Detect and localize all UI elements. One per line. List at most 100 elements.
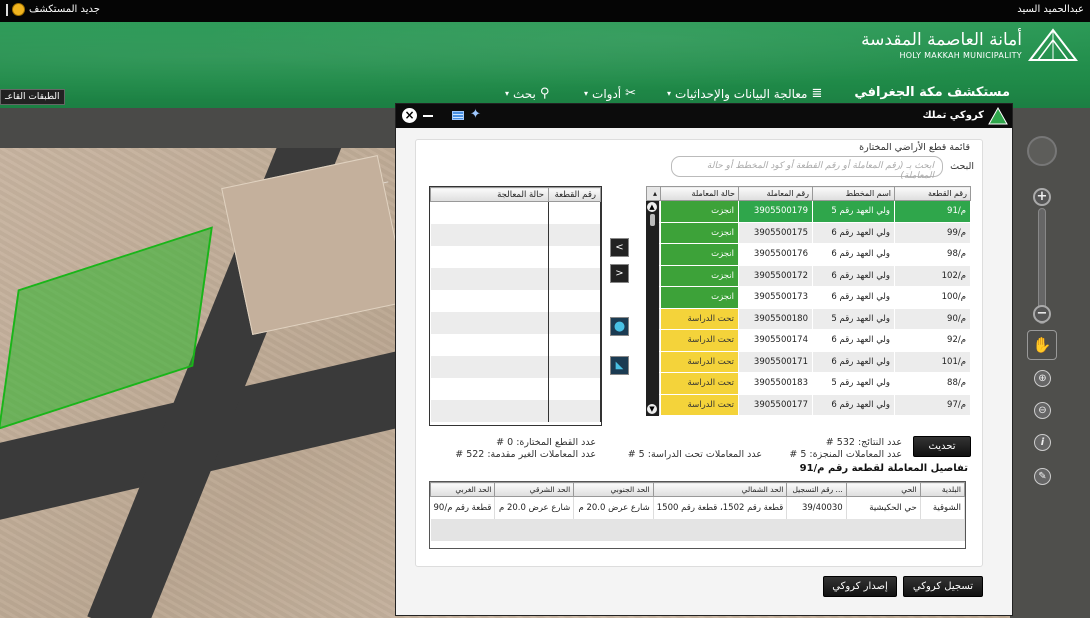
menu-data-processing[interactable]: ▾ معالجة البيانات والإحداثيات ≣ bbox=[667, 86, 822, 101]
parcel-row[interactable]: انجزت 3905500175 ولي العهد رقم 6 م/99 bbox=[646, 221, 971, 244]
cell-status: انجزت bbox=[660, 264, 739, 287]
cell-parcel bbox=[548, 223, 601, 246]
study-count: # عدد المعاملات تحت الدراسة: 5 bbox=[627, 449, 762, 460]
cell-plan: ولي العهد رقم 6 bbox=[812, 393, 895, 416]
new-explorer-link[interactable]: جديد المستكشف bbox=[6, 3, 100, 16]
cell-parcel: م/88 bbox=[894, 372, 971, 395]
zoom-in-icon[interactable]: + bbox=[1033, 188, 1051, 206]
empty-row bbox=[430, 399, 601, 422]
column-header[interactable]: الحد الشرقي bbox=[494, 482, 575, 497]
dialog-logo-icon bbox=[988, 107, 1008, 125]
map-land-plot bbox=[221, 155, 409, 335]
cell-status: تحت الدراسة bbox=[660, 329, 739, 352]
user-name[interactable]: عبدالحميد السيد bbox=[1017, 4, 1084, 15]
menu-tools[interactable]: ▾ أدوات ✂ bbox=[584, 86, 636, 101]
column-header[interactable]: رقم المعاملة bbox=[738, 186, 813, 201]
move-right-button[interactable]: > bbox=[610, 264, 629, 283]
empty-row bbox=[430, 289, 601, 312]
search-input[interactable]: ابحث بـ (رقم المعاملة أو رقم القطعة أو ك… bbox=[671, 156, 943, 181]
map-satellite-area bbox=[1010, 108, 1090, 618]
issue-croquis-button[interactable]: إصدار كروكي bbox=[823, 576, 897, 597]
circle-select-icon[interactable]: ● bbox=[610, 317, 629, 336]
dialog-title-bar: × ✦ كروكي تملك bbox=[396, 104, 1012, 128]
column-header[interactable]: اسم المخطط bbox=[812, 186, 895, 201]
column-header[interactable]: الحد الغربي bbox=[429, 482, 496, 497]
pan-hand-icon[interactable]: ✋ bbox=[1027, 330, 1057, 360]
pin-icon[interactable]: ✦ bbox=[470, 107, 481, 122]
cell-parcel: م/91 bbox=[894, 200, 971, 223]
column-header[interactable]: حالة المعالجة bbox=[430, 187, 549, 202]
cell-parcel: م/92 bbox=[894, 329, 971, 352]
column-header[interactable]: الحد الجنوبي bbox=[573, 482, 654, 497]
detail-cell: حي الحكيشية bbox=[846, 496, 921, 519]
tools-icon: ✂ bbox=[625, 86, 637, 101]
cell-parcel: م/100 bbox=[894, 286, 971, 309]
cell-parcel bbox=[548, 267, 601, 290]
selected-count: # عدد القطع المختارة: 0 bbox=[496, 437, 596, 448]
globe-navigation-icon[interactable] bbox=[1027, 136, 1057, 166]
detail-cell: الشوقية bbox=[920, 496, 966, 519]
measure-pen-icon[interactable]: ✎ bbox=[1034, 468, 1051, 485]
cell-plan: ولي العهد رقم 6 bbox=[812, 221, 895, 244]
grid-scrollbar[interactable]: ▲ ▼ bbox=[646, 201, 659, 416]
cell-plan: ولي العهد رقم 5 bbox=[812, 200, 895, 223]
parcel-row[interactable]: تحت الدراسة 3905500180 ولي العهد رقم 5 م/90 bbox=[646, 307, 971, 330]
zoom-in-tool-icon[interactable]: ⊕ bbox=[1034, 370, 1051, 387]
parcel-row[interactable]: تحت الدراسة 3905500183 ولي العهد رقم 5 م/88 bbox=[646, 372, 971, 395]
cell-transaction: 3905500177 bbox=[738, 393, 813, 416]
logo-arabic: أمانة العاصمة المقدسة bbox=[861, 30, 1022, 50]
parcel-row[interactable]: انجزت 3905500172 ولي العهد رقم 6 م/102 bbox=[646, 264, 971, 287]
cell-status bbox=[430, 223, 549, 246]
empty-row bbox=[430, 245, 601, 268]
cell-status: انجزت bbox=[660, 243, 739, 266]
column-header[interactable]: الحي bbox=[845, 482, 921, 497]
table-view-icon[interactable] bbox=[452, 111, 464, 120]
cell-status: انجزت bbox=[660, 286, 739, 309]
parcel-row[interactable]: تحت الدراسة 3905500174 ولي العهد رقم 6 م/92 bbox=[646, 329, 971, 352]
cell-plan: ولي العهد رقم 6 bbox=[812, 264, 895, 287]
empty-row bbox=[430, 518, 965, 541]
parcel-row[interactable]: تحت الدراسة 3905500171 ولي العهد رقم 6 م/10… bbox=[646, 350, 971, 373]
polygon-select-icon[interactable]: ◣ bbox=[610, 356, 629, 375]
municipality-logo-icon bbox=[1028, 28, 1078, 61]
menu-search[interactable]: ▾ بحث ⚲ bbox=[505, 86, 549, 101]
info-icon[interactable]: i bbox=[1034, 434, 1051, 451]
column-header[interactable]: رقم القطعة bbox=[894, 186, 971, 201]
menu-label: معالجة البيانات والإحداثيات bbox=[675, 86, 808, 101]
register-croquis-button[interactable]: تسجيل كروكي bbox=[903, 576, 983, 597]
update-button[interactable]: تحديث bbox=[913, 436, 971, 457]
parcel-row[interactable]: انجزت 3905500176 ولي العهد رقم 6 م/98 bbox=[646, 243, 971, 266]
cell-transaction: 3905500172 bbox=[738, 264, 813, 287]
scroll-header: ▴ bbox=[646, 186, 661, 201]
cell-transaction: 3905500171 bbox=[738, 350, 813, 373]
detail-cell: قطعة رقم 1502، قطعة رقم 1500 bbox=[653, 496, 788, 519]
column-header[interactable]: رقم التسجيل ... bbox=[786, 482, 847, 497]
cell-status bbox=[430, 399, 549, 422]
parcel-row[interactable]: انجزت 3905500173 ولي العهد رقم 6 م/100 bbox=[646, 286, 971, 309]
column-header[interactable]: الحد الشمالي bbox=[652, 482, 788, 497]
scroll-up-icon[interactable]: ▲ bbox=[647, 202, 657, 212]
scroll-thumb[interactable] bbox=[650, 214, 655, 226]
dialog-content: قائمة قطع الأراضي المختارة البحث ابحث بـ… bbox=[415, 139, 983, 567]
column-header[interactable]: البلدية bbox=[919, 482, 966, 497]
column-header[interactable]: رقم القطعة bbox=[548, 187, 601, 202]
close-icon[interactable]: × bbox=[402, 108, 417, 123]
column-header[interactable]: حالة المعاملة bbox=[660, 186, 739, 201]
zoom-out-tool-icon[interactable]: ⊖ bbox=[1034, 402, 1051, 419]
zoom-out-icon[interactable]: − bbox=[1033, 305, 1051, 323]
cell-plan: ولي العهد رقم 6 bbox=[812, 286, 895, 309]
minimize-icon[interactable] bbox=[423, 115, 433, 117]
cell-plan: ولي العهد رقم 6 bbox=[812, 329, 895, 352]
new-explorer-label: جديد المستكشف bbox=[29, 4, 100, 15]
cell-status: تحت الدراسة bbox=[660, 393, 739, 416]
move-left-button[interactable]: < bbox=[610, 238, 629, 257]
empty-row bbox=[430, 223, 601, 246]
empty-row bbox=[430, 333, 601, 356]
parcel-row[interactable]: تحت الدراسة 3905500177 ولي العهد رقم 6 م/97 bbox=[646, 393, 971, 416]
scroll-down-icon[interactable]: ▼ bbox=[647, 404, 657, 414]
selected-parcels-grid: حالة المعالجة رقم القطعة bbox=[429, 186, 602, 426]
status-dot-icon bbox=[12, 3, 25, 16]
parcel-row[interactable]: انجزت 3905500179 ولي العهد رقم 5 م/91 bbox=[646, 200, 971, 223]
croquis-dialog: × ✦ كروكي تملك قائمة قطع الأراضي المختار… bbox=[395, 103, 1013, 616]
layers-button[interactable]: الطبقات القاعـ bbox=[0, 89, 65, 105]
